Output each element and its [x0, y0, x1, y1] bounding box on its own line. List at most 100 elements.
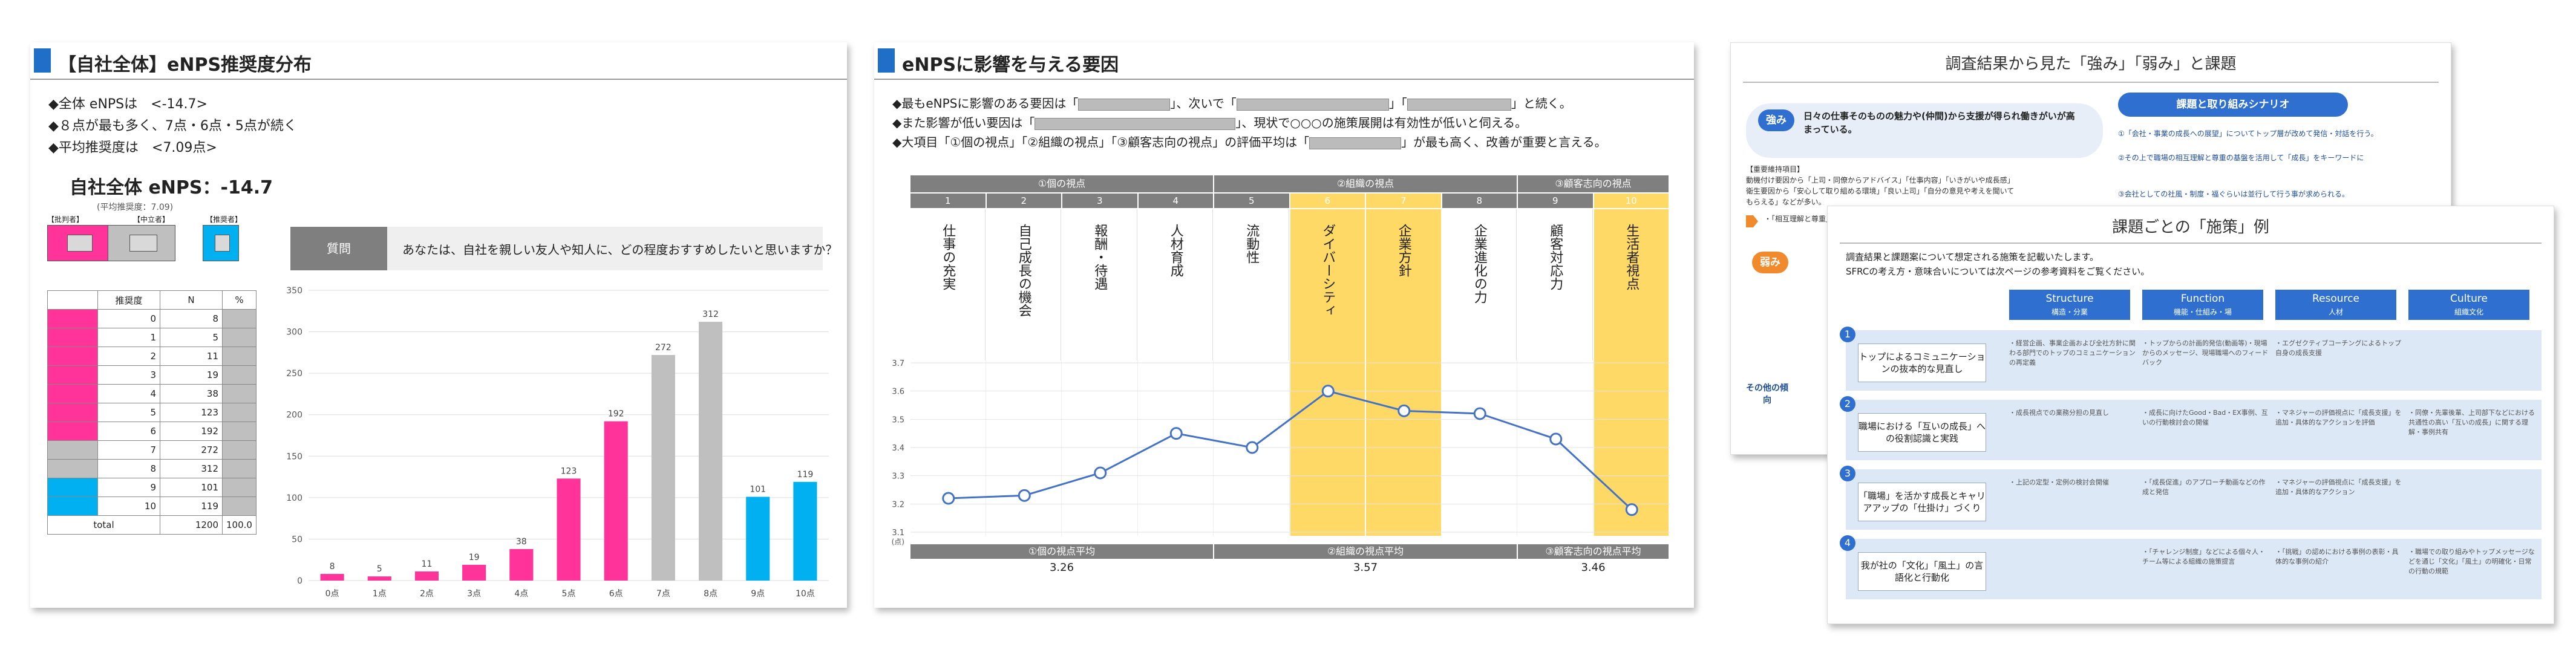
bullet-item: ◆大項目「①個の視点」「②組織の視点」「③顧客志向の視点」の評価平均は「 」が最も… — [892, 135, 1607, 149]
other-tendency-label: その他の傾向 — [1746, 383, 1788, 405]
bullet-item: ◆また影響が低い要因は「 」、現状で○○○の施策展開は有効性が低いと伺える。 — [892, 116, 1528, 130]
pct-cell — [222, 459, 257, 478]
data-point — [1549, 432, 1563, 446]
bullet-item: ◆最もeNPSに影響のある要因は「 」、次いで「 」「 」と続く。 — [892, 96, 1572, 111]
slide-title: 課題ごとの「施策」例 — [2112, 218, 2269, 236]
slide-title-bar: 【自社全体】eNPS推奨度分布 — [30, 42, 847, 80]
group-average-value: 3.57 — [1353, 561, 1378, 574]
group-average-value: 3.26 — [1049, 561, 1074, 574]
slide-title-bar: eNPSに影響を与える要因 — [874, 42, 1694, 80]
group-header: ①個の視点 — [910, 175, 1213, 192]
score-cell: 9 — [97, 478, 160, 497]
measure-cell: ・職場での取り組みやトップメッセージなどを通じ「文化」「風土」の明確化・日常の行… — [2408, 548, 2535, 575]
weakness-label: 弱み — [1752, 252, 1788, 273]
slide-title: 調査結果から見た「強み」「弱み」と課題 — [1945, 55, 2237, 73]
question-text: あなたは、自社を親しい友人や知人に、どの程度おすすめしたいと思いますか？ — [402, 243, 838, 257]
data-point — [1398, 404, 1411, 417]
x-tick-label: 5点 — [562, 589, 576, 599]
bar — [414, 571, 439, 581]
distribution-table: 推奨度 N % 0 8 1 5 2 11 3 19 4 38 5 123 6 192 7 272 8 312 9 10… — [47, 290, 257, 535]
issue-number: 2 — [1840, 396, 1855, 412]
group-average-label: ②組織の視点平均 — [1214, 544, 1517, 559]
factor-line-chart: 3.7 3.6 3.5 3.4 3.3 3.2 3.1(点) — [892, 359, 1670, 546]
pct-cell — [222, 365, 257, 385]
table-row: 9 101 — [47, 478, 257, 497]
data-label: 123 — [561, 466, 577, 476]
issue-theme: 「職場」を活かす成長とキャリアアップの「仕掛け」づくり — [1858, 483, 1986, 521]
measure-cell: ・トップからの計画的発信(動画等)・現場からのメッセージ、現場職場へのフィードバ… — [2142, 339, 2269, 366]
pct-cell — [222, 384, 257, 403]
factor-label: 自己成長の機会 — [986, 209, 1061, 360]
table-header-row: 推奨度 N % — [47, 290, 257, 310]
table-row: 10 119 — [47, 497, 257, 516]
x-tick-label: 4点 — [514, 589, 528, 599]
bullet-item: ◆８点が最も多く、7点・6点・5点が続く — [48, 119, 297, 134]
bar — [699, 322, 723, 581]
x-tick-label: 6点 — [609, 589, 623, 599]
bar — [604, 421, 628, 581]
scenario-list: ①「会社・事業の成長への展望」についてトップ層が改めて発信・対話を行う。 ②その… — [2118, 129, 2378, 198]
issue-number: 1 — [1840, 327, 1855, 342]
data-point — [1169, 427, 1183, 440]
slide-enps-distribution[interactable]: 【自社全体】eNPS推奨度分布 ◆全体 eNPSは <-14.7> ◆８点が最も… — [30, 42, 847, 608]
bullet-item: ◆平均推奨度は <7.09点> — [48, 140, 217, 155]
measure-cell: ・エグゼクティブコーチングによるトップ自身の成長支援 — [2275, 339, 2402, 357]
issue-number: 3 — [1840, 466, 1855, 481]
bar — [746, 497, 770, 581]
y-tick-label: 3.7 — [892, 359, 904, 368]
measure-cell: ・上記の定型・定例の検討会開催 — [2009, 478, 2109, 486]
data-label: 5 — [377, 564, 382, 574]
x-tick-label: 1点 — [373, 589, 387, 599]
group-color-cell — [47, 440, 98, 460]
y-tick-label: 250 — [286, 369, 302, 379]
x-tick-label: 8点 — [704, 589, 718, 599]
y-tick-label: 3.2 — [892, 500, 904, 509]
enps-score-title: 自社全体 eNPS：-14.7 — [70, 177, 273, 198]
y-tick-label: 3.5 — [892, 415, 904, 425]
divider — [1840, 243, 2542, 244]
pct-cell — [222, 347, 257, 366]
pct-cell — [222, 403, 257, 422]
table-row: 4 38 — [47, 384, 257, 403]
score-cell: 3 — [97, 365, 160, 385]
bullet-item: ◆全体 eNPSは <-14.7> — [48, 97, 208, 112]
y-unit-label: (点) — [892, 538, 904, 546]
table-row: 2 11 — [47, 347, 257, 366]
score-cell: 10 — [97, 497, 160, 516]
group-color-cell — [47, 459, 98, 478]
table-total-row: total 1200 100.0 — [47, 515, 257, 535]
group-header: ③顧客志向の視点 — [1518, 175, 1669, 192]
group-color-cell — [47, 347, 98, 366]
y-tick-label: 3.4 — [892, 444, 904, 453]
enps-bar-chart: 0 50 100 150 200 250 300 350 8 0点 5 1点 11 2点 19 3点 38 4点 1… — [286, 286, 829, 599]
y-tick-label: 350 — [286, 286, 302, 296]
data-label: 19 — [469, 553, 480, 562]
group-average-label: ③顧客志向の視点平均 — [1518, 544, 1669, 559]
slide-enps-factors[interactable]: eNPSに影響を与える要因 ◆最もeNPSに影響のある要因は「 」、次いで「 」「」… — [874, 42, 1694, 608]
group-header: ②組織の視点 — [1214, 175, 1517, 192]
count-cell: 192 — [160, 422, 223, 441]
table-row: 15 — [47, 328, 257, 347]
factor-label: 報酬・待遇 — [1062, 209, 1137, 360]
pct-cell — [222, 497, 257, 516]
slide-measures[interactable]: 課題ごとの「施策」例 調査結果と課題案について想定される施策を記載いたします。 … — [1827, 206, 2554, 624]
y-tick-label: 3.1 — [892, 529, 904, 538]
table-header: 推奨度 — [97, 290, 160, 310]
strength-text: 日々の仕事そのものの魅力や(仲間)から支援が得られ働きがいが高まっている。 — [1803, 111, 2075, 135]
data-label: 8 — [330, 562, 335, 571]
y-tick-label: 50 — [292, 535, 302, 544]
count-cell: 19 — [160, 365, 223, 385]
question-bar: 質問 あなたは、自社を親しい友人や知人に、どの程度おすすめしたいと思いますか？ — [290, 227, 837, 270]
group-color-cell — [47, 478, 98, 497]
legend-passive-swatch — [108, 225, 175, 261]
x-tick-label: 3点 — [467, 589, 481, 599]
measure-cell: ・マネジャーの評価視点に「成長支援」を追加・具体的なアクション — [2275, 478, 2402, 496]
bullet-list: ◆最もeNPSに影響のある要因は「 」、次いで「 」「 」と続く。 ◆また影響が低い要… — [892, 94, 1607, 152]
measure-cell: ・成長に向けたGood・Bad・EX事例、互いの行動検討会の開催 — [2142, 409, 2268, 426]
table-row: 3 19 — [47, 365, 257, 385]
score-cell: 0 — [97, 309, 160, 328]
count-cell: 8 — [160, 309, 223, 328]
sfrc-column-header: Structure 構造・分業 — [2009, 290, 2130, 320]
issue-theme: トップによるコミュニケーションの抜本的な見直し — [1858, 344, 1986, 382]
factor-number: 7 — [1366, 194, 1441, 208]
